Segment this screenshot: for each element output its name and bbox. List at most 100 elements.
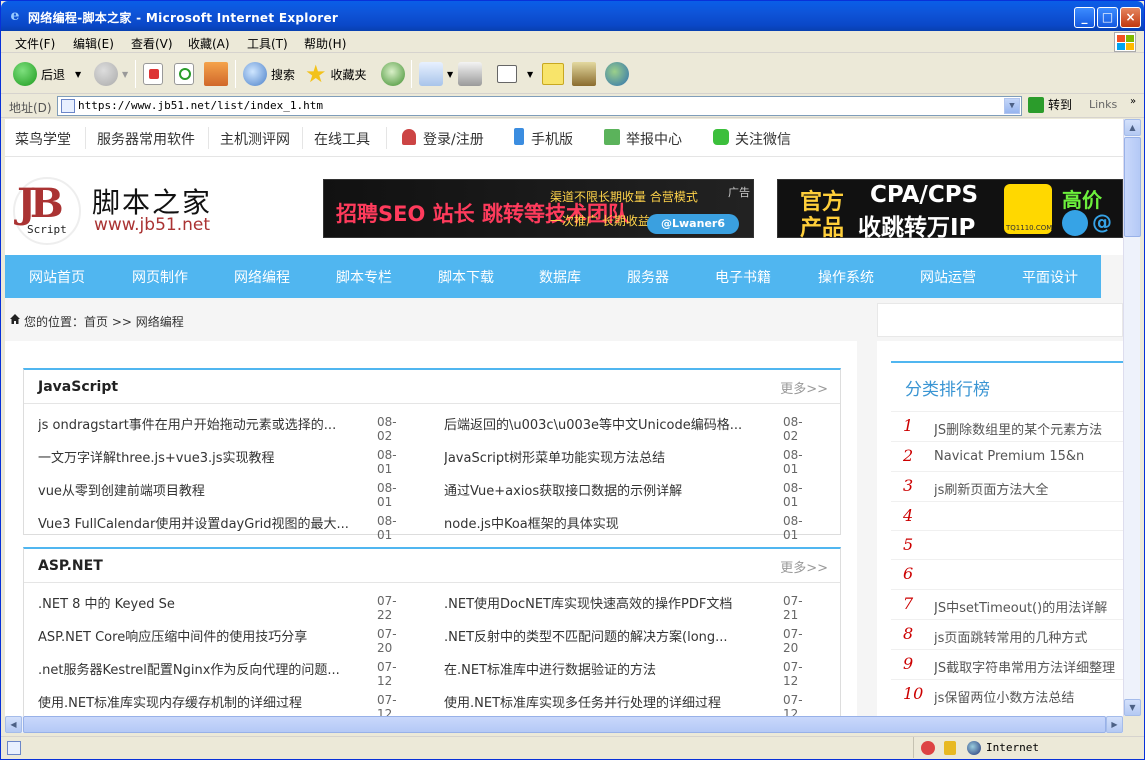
ranking-item[interactable]: 9 JS截取字符串常用方法详细整理 [891, 649, 1123, 679]
panel-title[interactable]: JavaScript [38, 379, 118, 395]
rank-link[interactable]: js页面跳转常用的几种方式 [934, 627, 1123, 646]
refresh-button[interactable] [174, 60, 194, 88]
nav-database[interactable]: 数据库 [539, 267, 581, 287]
article-link[interactable]: 通过Vue+axios获取接口数据的示例详解 [444, 480, 756, 499]
article-link[interactable]: node.js中Koa框架的具体实现 [444, 513, 756, 532]
article-link[interactable]: vue从零到创建前端项目教程 [38, 480, 350, 499]
ranking-item[interactable]: 4 [891, 501, 1123, 531]
article-link[interactable]: 使用.NET标准库实现多任务并行处理的详细过程 [444, 692, 756, 711]
mail-dropdown-icon[interactable]: ▼ [447, 70, 453, 79]
ranking-item[interactable]: 10 js保留两位小数方法总结 [891, 679, 1123, 709]
forward-dropdown-icon[interactable]: ▼ [122, 70, 128, 79]
chevron-right-icon[interactable]: » [1130, 96, 1136, 107]
article-link[interactable]: 在.NET标准库中进行数据验证的方法 [444, 659, 756, 678]
go-button[interactable]: 转到 [1028, 96, 1072, 113]
vertical-scrollbar[interactable]: ▲ ▼ [1123, 119, 1141, 716]
nav-server[interactable]: 服务器 [627, 267, 669, 287]
report-link[interactable]: 举报中心 [626, 129, 682, 149]
close-button[interactable]: × [1120, 7, 1141, 28]
menu-favorites[interactable]: 收藏(A) [188, 35, 230, 52]
forward-button[interactable]: ▼ [94, 60, 128, 88]
topnav-link[interactable]: 在线工具 [314, 129, 370, 149]
more-link[interactable]: 更多>> [780, 557, 828, 576]
nav-scripts[interactable]: 脚本专栏 [336, 267, 392, 287]
article-link[interactable]: 一文万字详解three.js+vue3.js实现教程 [38, 447, 350, 466]
menu-tools[interactable]: 工具(T) [247, 35, 288, 52]
scroll-thumb[interactable] [23, 716, 1106, 733]
horizontal-scrollbar[interactable]: ◀ ▶ [5, 716, 1123, 733]
back-dropdown-icon[interactable]: ▼ [75, 70, 81, 79]
nav-os[interactable]: 操作系统 [818, 267, 874, 287]
scroll-down-icon[interactable]: ▼ [1124, 699, 1141, 716]
nav-graphic-design[interactable]: 平面设计 [1022, 267, 1078, 287]
nav-operations[interactable]: 网站运营 [920, 267, 976, 287]
scroll-right-icon[interactable]: ▶ [1106, 716, 1123, 733]
rank-link[interactable]: Navicat Premium 15&n [934, 449, 1123, 464]
nav-programming[interactable]: 网络编程 [234, 267, 290, 287]
edit-button[interactable]: ▼ [497, 60, 533, 88]
ranking-item[interactable]: 1 JS删除数组里的某个元素方法 [891, 411, 1123, 441]
wechat-link[interactable]: 关注微信 [735, 129, 791, 149]
ranking-item[interactable]: 2 Navicat Premium 15&n [891, 441, 1123, 471]
menu-edit[interactable]: 编辑(E) [73, 35, 114, 52]
back-button[interactable]: 后退 ▼ [13, 60, 81, 88]
search-box-area[interactable] [877, 303, 1123, 337]
article-link[interactable]: 使用.NET标准库实现内存缓存机制的详细过程 [38, 692, 350, 711]
article-link[interactable]: ASP.NET Core响应压缩中间件的使用技巧分享 [38, 626, 350, 645]
favorites-button[interactable]: ★ 收藏夹 [305, 60, 367, 88]
article-link[interactable]: .NET使用DocNET库实现快速高效的操作PDF文档 [444, 593, 756, 612]
article-link[interactable]: .net服务器Kestrel配置Nginx作为反向代理的问题... [38, 659, 350, 678]
topnav-link[interactable]: 菜鸟学堂 [15, 129, 71, 149]
article-link[interactable]: Vue3 FullCalendar使用并设置dayGrid视图的最大... [38, 513, 350, 532]
article-link[interactable]: js ondragstart事件在用户开始拖动元素或选择的... [38, 414, 350, 433]
menu-file[interactable]: 文件(F) [15, 35, 55, 52]
rank-link[interactable]: JS删除数组里的某个元素方法 [934, 419, 1123, 438]
print-button[interactable] [458, 60, 482, 88]
nav-web-design[interactable]: 网页制作 [132, 267, 188, 287]
address-url[interactable]: https://www.jb51.net/list/index_1.htm [78, 99, 323, 112]
panel-title[interactable]: ASP.NET [38, 558, 103, 574]
nav-ebooks[interactable]: 电子书籍 [715, 267, 771, 287]
scroll-thumb[interactable] [1124, 137, 1141, 237]
discuss-button[interactable] [542, 60, 564, 88]
ranking-item[interactable]: 5 [891, 530, 1123, 560]
login-link[interactable]: 登录/注册 [423, 129, 484, 149]
article-link[interactable]: 后端返回的\u003c\u003e等中文Unicode编码格... [444, 414, 756, 433]
title-bar[interactable]: e 网络编程-脚本之家 - Microsoft Internet Explore… [1, 1, 1144, 31]
ranking-item[interactable]: 6 [891, 559, 1123, 589]
topnav-link[interactable]: 服务器常用软件 [97, 129, 195, 149]
article-link[interactable]: JavaScript树形菜单功能实现方法总结 [444, 447, 756, 466]
rank-link[interactable]: js保留两位小数方法总结 [934, 687, 1123, 706]
more-link[interactable]: 更多>> [780, 378, 828, 397]
address-dropdown-icon[interactable]: ▼ [1004, 98, 1020, 114]
nav-home[interactable]: 网站首页 [29, 267, 85, 287]
site-logo[interactable]: JB Script [13, 177, 81, 245]
rank-link[interactable]: JS中setTimeout()的用法详解 [934, 597, 1123, 616]
mobile-link[interactable]: 手机版 [531, 129, 573, 149]
address-input[interactable]: https://www.jb51.net/list/index_1.htm ▼ [57, 96, 1022, 116]
links-toolbar[interactable]: Links [1089, 98, 1117, 111]
article-link[interactable]: .NET反射中的类型不匹配问题的解决方案(long... [444, 626, 756, 645]
research-button[interactable] [572, 60, 596, 88]
stop-button[interactable] [143, 60, 163, 88]
article-link[interactable]: .NET 8 中的 Keyed Se [38, 593, 350, 612]
history-button[interactable] [381, 60, 405, 88]
nav-downloads[interactable]: 脚本下载 [438, 267, 494, 287]
breadcrumb-text[interactable]: 您的位置：首页 >> 网络编程 [24, 313, 184, 330]
topnav-link[interactable]: 主机测评网 [220, 129, 290, 149]
minimize-button[interactable]: _ [1074, 7, 1095, 28]
menu-help[interactable]: 帮助(H) [304, 35, 346, 52]
logo-url[interactable]: www.jb51.net [94, 215, 210, 235]
messenger-button[interactable] [605, 60, 629, 88]
rank-link[interactable]: js刷新页面方法大全 [934, 479, 1123, 498]
maximize-button[interactable]: □ [1097, 7, 1118, 28]
menu-view[interactable]: 查看(V) [131, 35, 173, 52]
ranking-item[interactable]: 7 JS中setTimeout()的用法详解 [891, 589, 1123, 619]
scroll-left-icon[interactable]: ◀ [5, 716, 22, 733]
scroll-up-icon[interactable]: ▲ [1124, 119, 1141, 136]
mail-button[interactable]: ▼ [419, 60, 453, 88]
rank-link[interactable]: JS截取字符串常用方法详细整理 [934, 657, 1123, 676]
ranking-item[interactable]: 8 js页面跳转常用的几种方式 [891, 619, 1123, 649]
search-button[interactable]: 搜索 [243, 60, 295, 88]
ad-banner-recruit[interactable]: 招聘SEO 站长 跳转等技术团队 渠道不限长期收量 合营模式 一次推广 长期收益… [323, 179, 754, 238]
